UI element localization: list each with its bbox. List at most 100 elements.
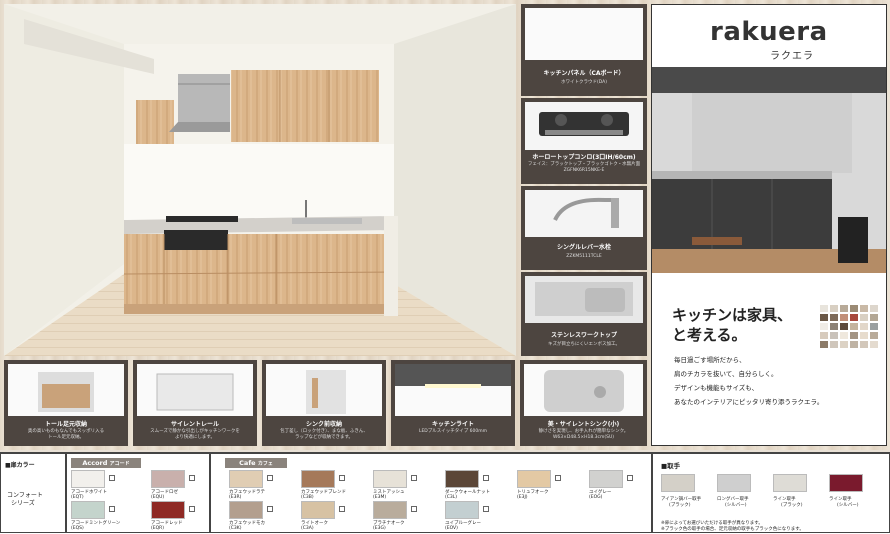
color-swatch bbox=[850, 323, 858, 330]
kitchen-panel-thumb: キッチンパネル（CAボード） ホワイトクラウド(DA) bbox=[521, 4, 647, 96]
color-checkbox[interactable] bbox=[483, 506, 489, 512]
feature-image bbox=[137, 364, 253, 416]
stove-thumb: ホーロートップコンロ(3口IH/60cm) フェイス：ブラックトップ・ブラックゴ… bbox=[521, 98, 647, 184]
color-chip[interactable] bbox=[301, 470, 335, 488]
color-chip[interactable] bbox=[151, 470, 185, 488]
color-chip[interactable] bbox=[229, 501, 263, 519]
color-checkbox[interactable] bbox=[109, 506, 115, 512]
color-swatch bbox=[830, 341, 838, 348]
brand-photo bbox=[652, 67, 886, 273]
color-swatch bbox=[840, 341, 848, 348]
color-checkbox[interactable] bbox=[555, 475, 561, 481]
color-chip[interactable] bbox=[373, 501, 407, 519]
feature-caption: 美・サイレントシンク(小) bbox=[547, 421, 620, 428]
color-swatch bbox=[870, 314, 878, 321]
brand-panel: rakuera ラクエラ キッチンは家具、 と考える。 毎日過ごす場所だから、 … bbox=[651, 4, 887, 446]
handle-chip[interactable] bbox=[661, 474, 695, 492]
feature-caption: キッチンライト bbox=[431, 421, 474, 428]
color-checkbox[interactable] bbox=[411, 475, 417, 481]
color-swatch bbox=[850, 314, 858, 321]
color-swatch bbox=[860, 323, 868, 330]
color-chip[interactable] bbox=[151, 501, 185, 519]
color-chip[interactable] bbox=[71, 470, 105, 488]
color-code: (EOV) bbox=[445, 526, 458, 531]
faucet-caption: シングルレバー水栓 bbox=[556, 244, 611, 251]
color-swatch bbox=[870, 332, 878, 339]
feature-sub: スムーズで静かな引出しがキッチンワークを より快適にします。 bbox=[150, 429, 240, 440]
color-swatch bbox=[840, 305, 848, 312]
color-checkbox[interactable] bbox=[267, 506, 273, 512]
color-chip[interactable] bbox=[229, 470, 263, 488]
kitchen-panel-caption: キッチンパネル（CAボード） bbox=[543, 70, 625, 77]
color-swatch bbox=[870, 341, 878, 348]
color-swatch bbox=[840, 323, 848, 330]
color-checkbox[interactable] bbox=[339, 506, 345, 512]
color-chip[interactable] bbox=[71, 501, 105, 519]
feature-silent-rail: サイレントレール スムーズで静かな引出しがキッチンワークを より快適にします。 bbox=[133, 360, 257, 446]
color-swatch bbox=[820, 314, 828, 321]
cafe-series: Cafe カフェ カフェウッドラテ (E3R) カフェウッドブレンド (C3B) ミスト… bbox=[210, 453, 652, 533]
color-code: (E3J) bbox=[517, 495, 528, 500]
color-swatch bbox=[820, 332, 828, 339]
door-color-label-box: ■扉カラー コンフォート シリーズ bbox=[0, 453, 66, 533]
feature-sub: 静けさを実現し、お手入れが簡単なシンク。 W63×D48.5×H18.3cm(S… bbox=[538, 429, 629, 440]
kitchen-panel-sub: ホワイトクラウド(DA) bbox=[561, 80, 607, 85]
door-color-label: ■扉カラー bbox=[5, 462, 35, 469]
color-chip[interactable] bbox=[445, 501, 479, 519]
color-checkbox[interactable] bbox=[411, 506, 417, 512]
color-chart: ■扉カラー コンフォート シリーズ Accord アコード アコードホワイト (E… bbox=[0, 452, 890, 534]
color-swatch bbox=[820, 323, 828, 330]
handle-chip[interactable] bbox=[717, 474, 751, 492]
color-code: (E3M) bbox=[373, 495, 387, 500]
copy-line: あなたのインテリアにピッタリ寄り添うラクエラ。 bbox=[674, 398, 824, 406]
handle-chip[interactable] bbox=[773, 474, 807, 492]
kitchen-panel-image bbox=[525, 8, 643, 60]
color-swatch bbox=[830, 323, 838, 330]
color-checkbox[interactable] bbox=[627, 475, 633, 481]
series-label-2: シリーズ bbox=[11, 500, 35, 507]
color-code: (C3K) bbox=[229, 526, 242, 531]
feature-sub: 奥の高いものもなんでもスッポリ入る トール足元収納。 bbox=[27, 429, 105, 440]
color-swatch bbox=[830, 314, 838, 321]
faucet-sub: ZZKM5111TCLE bbox=[566, 254, 602, 259]
color-code: (C3A) bbox=[301, 526, 314, 531]
color-swatch bbox=[850, 332, 858, 339]
color-checkbox[interactable] bbox=[267, 475, 273, 481]
color-swatch bbox=[860, 341, 868, 348]
color-chip[interactable] bbox=[445, 470, 479, 488]
stove-image bbox=[525, 102, 643, 151]
stove-sub: フェイス：ブラックトップ・ブラックゴトク・水無片面 ZGFNK6R15NKE-E bbox=[527, 162, 641, 173]
handle-note-2: ※ブラック色の取手の場合、足元収納の取手もブラック色になります。 bbox=[661, 527, 804, 532]
color-checkbox[interactable] bbox=[189, 506, 195, 512]
color-chip[interactable] bbox=[517, 470, 551, 488]
color-checkbox[interactable] bbox=[109, 475, 115, 481]
color-swatch bbox=[820, 341, 828, 348]
color-swatch bbox=[820, 305, 828, 312]
color-code: (EQS) bbox=[71, 526, 84, 531]
worktop-thumb: ステンレスワークトップ キズが目立ちにくいエンボス加工。 bbox=[521, 272, 647, 356]
color-chip[interactable] bbox=[373, 470, 407, 488]
color-chip[interactable] bbox=[301, 501, 335, 519]
color-chip[interactable] bbox=[589, 470, 623, 488]
cafe-title: Cafe カフェ bbox=[225, 458, 287, 468]
color-code: (C3B) bbox=[301, 495, 314, 500]
copy-line: 毎日過ごす場所だから、 bbox=[674, 356, 746, 364]
color-checkbox[interactable] bbox=[189, 475, 195, 481]
feature-sub: LEDプルスイッチタイプ 600mm bbox=[418, 429, 488, 434]
color-swatch bbox=[850, 341, 858, 348]
feature-tall-storage: トール足元収納 奥の高いものもなんでもスッポリ入る トール足元収納。 bbox=[4, 360, 128, 446]
handle-sub: (ブラック) bbox=[669, 503, 691, 508]
color-code: (C3L) bbox=[445, 495, 458, 500]
color-checkbox[interactable] bbox=[339, 475, 345, 481]
handle-chip[interactable] bbox=[829, 474, 863, 492]
feature-image bbox=[524, 364, 643, 416]
worktop-sub: キズが目立ちにくいエンボス加工。 bbox=[548, 342, 620, 347]
handle-sub: (ブラック) bbox=[781, 503, 803, 508]
feature-image bbox=[395, 364, 511, 416]
feature-image bbox=[8, 364, 124, 416]
color-checkbox[interactable] bbox=[483, 475, 489, 481]
handle-section: ■取手 アイアン調バー取手 (ブラック) ロングバー取手 (シルバー) ライン取手 (ブラ… bbox=[652, 453, 890, 533]
tagline-line-1: キッチンは家具、 bbox=[672, 306, 793, 324]
color-code: (E3R) bbox=[229, 495, 242, 500]
brand-logo: rakuera bbox=[710, 17, 828, 47]
